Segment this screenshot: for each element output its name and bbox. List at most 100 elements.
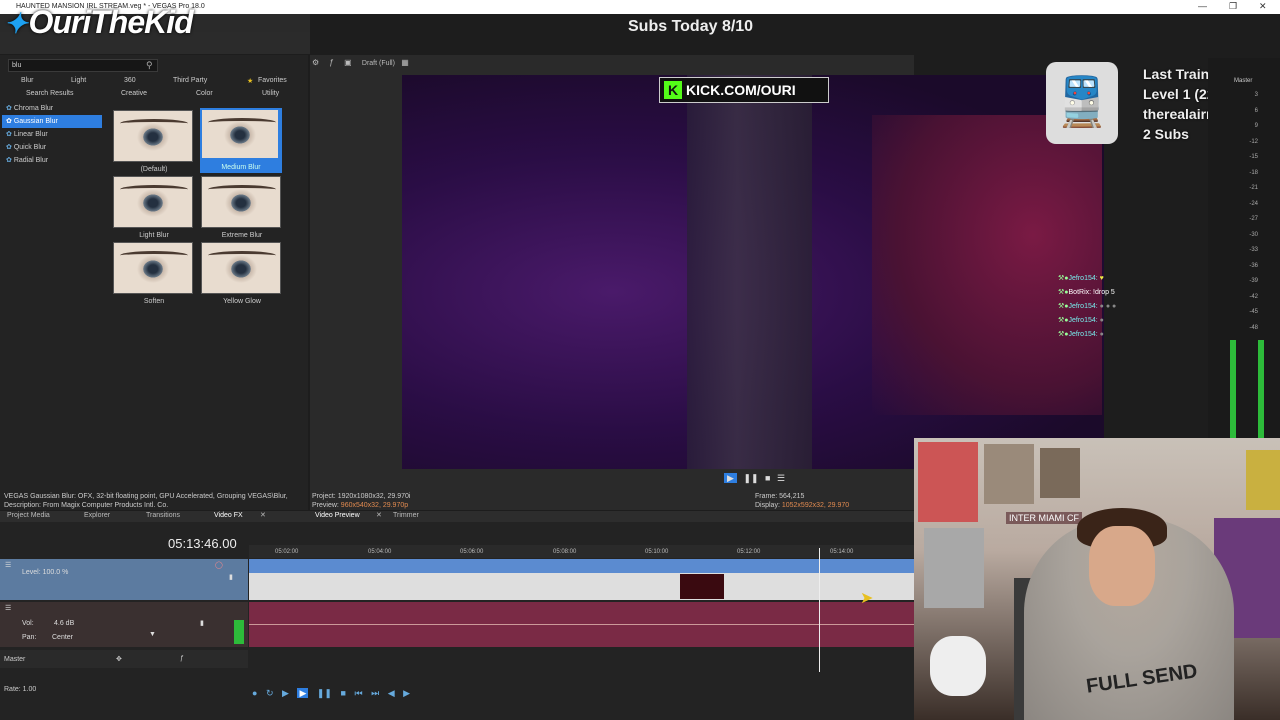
timecode-display: 05:13:46.00 — [168, 536, 237, 551]
meter-tick: 3 — [1254, 92, 1258, 98]
menu-icon[interactable]: ☰ — [777, 473, 785, 483]
preview-dock-tabs: Video Preview ✕ Trimmer — [310, 511, 914, 522]
fx-category-blur[interactable]: Blur — [21, 77, 33, 84]
audio-waveform — [249, 624, 914, 625]
fx-list-label: Linear Blur — [13, 131, 48, 138]
ruler-tick: 05:08:00 — [553, 549, 577, 555]
tab-transitions[interactable]: Transitions — [146, 512, 180, 519]
minimize-icon[interactable]: — — [1198, 1, 1207, 11]
fx-preset-light-blur[interactable]: Light Blur — [113, 176, 195, 239]
fx-search-input[interactable]: blu — [8, 59, 158, 72]
fx-category-third-party[interactable]: Third Party — [173, 77, 207, 84]
playhead[interactable] — [819, 548, 820, 672]
tab-project-media[interactable]: Project Media — [7, 512, 50, 519]
fx-preset-extreme-blur[interactable]: Extreme Blur — [201, 176, 283, 239]
preset-label: Extreme Blur — [221, 232, 263, 239]
close-icon[interactable]: ✕ — [376, 511, 382, 519]
fx-icon[interactable]: ƒ — [329, 58, 333, 67]
fx-preset-yellow-glow[interactable]: Yellow Glow — [201, 242, 283, 305]
train-level: Level 1 — [1143, 86, 1191, 102]
go-to-end-icon[interactable]: ⏭ — [371, 688, 379, 698]
tab-video-fx[interactable]: Video FX — [214, 512, 243, 519]
preset-thumbnail — [113, 176, 193, 228]
close-icon[interactable]: ✕ — [260, 511, 266, 519]
pause-icon[interactable]: ❚❚ — [317, 688, 332, 698]
mute-icon[interactable]: ◯ — [215, 561, 223, 569]
tab-trimmer[interactable]: Trimmer — [393, 512, 419, 519]
pause-icon[interactable]: ❚❚ — [743, 473, 758, 483]
audio-track-header[interactable]: ☰ Vol: 4.6 dB Pan: Center ▮ ▼ — [0, 602, 248, 647]
fx-list-item[interactable]: ✿ Quick Blur — [2, 141, 102, 154]
stop-icon[interactable]: ■ — [341, 688, 346, 698]
volume-slider-handle[interactable]: ▮ — [200, 619, 204, 627]
tab-video-preview[interactable]: Video Preview — [315, 512, 360, 519]
fx-category-360[interactable]: 360 — [124, 77, 136, 84]
track-menu-icon[interactable]: ☰ — [5, 604, 11, 612]
video-clip[interactable] — [249, 559, 914, 600]
project-label: Project: — [312, 493, 336, 500]
fx-icon[interactable]: ƒ — [180, 655, 184, 662]
pan-slider-handle[interactable]: ▼ — [149, 631, 156, 638]
record-icon[interactable]: ● — [252, 688, 257, 698]
fx-plugin-icon: ✿ — [6, 157, 12, 164]
gear-icon[interactable]: ⚙ — [312, 58, 319, 67]
level-slider-handle[interactable]: ▮ — [229, 573, 233, 581]
fx-plugin-icon: ✿ — [6, 105, 12, 112]
timeline-transport: ● ↻ ▶ ▶ ❚❚ ■ ⏮ ⏭ ◀ ▶ — [252, 688, 410, 699]
fx-preset-default[interactable]: (Default) — [113, 110, 195, 173]
poster-text: INTER MIAMI CF — [1006, 512, 1082, 524]
vol-value: 4.6 dB — [54, 620, 75, 627]
tab-explorer[interactable]: Explorer — [84, 512, 110, 519]
play-from-start-icon[interactable]: ▶ — [282, 688, 289, 698]
maximize-icon[interactable]: ❐ — [1229, 1, 1237, 12]
fx-preset-medium-blur[interactable]: Medium Blur — [200, 108, 282, 173]
fx-list-item[interactable]: ✿ Chroma Blur — [2, 102, 102, 115]
fx-list-item[interactable]: ✿ Radial Blur — [2, 154, 102, 167]
play-icon[interactable]: ▶ — [724, 473, 737, 483]
stop-icon[interactable]: ■ — [765, 473, 770, 483]
fx-tab-color[interactable]: Color — [196, 90, 213, 97]
master-move-icon[interactable]: ✥ — [116, 655, 122, 663]
kick-url: KICK.COM/OURI — [686, 82, 796, 98]
master-bus-meter: Master 3 6 9 -12 -15 -18 -21 -24 -27 -30 -33 -36 -39… — [1208, 58, 1280, 496]
chat-user: Jefro154: — [1068, 331, 1098, 338]
prev-frame-icon[interactable]: ◀ — [388, 688, 395, 698]
fx-list: ✿ Chroma Blur ✿ Gaussian Blur ✿ Linear B… — [2, 102, 102, 167]
badge-icon: ⚒● — [1058, 275, 1069, 282]
fx-preset-soften[interactable]: Soften — [113, 242, 195, 305]
subs-today-overlay: Subs Today 8/10 — [628, 18, 754, 35]
streamer-face — [1089, 526, 1155, 606]
fx-list-item[interactable]: ✿ Gaussian Blur — [2, 115, 102, 128]
go-to-start-icon[interactable]: ⏮ — [354, 688, 362, 698]
fx-tab-creative[interactable]: Creative — [121, 90, 147, 97]
fx-tab-search-results[interactable]: Search Results — [26, 90, 73, 97]
ruler-tick: 05:02:00 — [275, 549, 299, 555]
preset-label: Medium Blur — [221, 164, 261, 171]
fx-list-item[interactable]: ✿ Linear Blur — [2, 128, 102, 141]
video-track-header[interactable]: Level: 100.0 % ☰ ◯ ▮ — [0, 559, 248, 600]
track-menu-icon[interactable]: ☰ — [5, 561, 11, 569]
meter-tick: -45 — [1249, 309, 1258, 315]
play-icon[interactable]: ▶ — [297, 688, 309, 698]
loop-icon[interactable]: ↻ — [266, 688, 274, 698]
fx-category-light[interactable]: Light — [71, 77, 86, 84]
split-icon[interactable]: ▣ — [344, 58, 352, 67]
chat-message: ⚒●Jefro154: ● — [1058, 328, 1116, 342]
timeline-ruler[interactable]: 05:02:00 05:04:00 05:06:00 05:08:00 05:1… — [249, 545, 914, 558]
next-frame-icon[interactable]: ▶ — [403, 688, 410, 698]
meter-tick: -36 — [1249, 262, 1258, 269]
ruler-tick: 05:14:00 — [830, 549, 854, 555]
chat-text: !drop 5 — [1093, 289, 1115, 296]
fx-category-favorites[interactable]: Favorites — [258, 77, 287, 84]
quality-dropdown[interactable]: Draft (Full) — [362, 60, 395, 67]
fx-tab-utility[interactable]: Utility — [262, 90, 279, 97]
search-icon[interactable]: ⚲ — [146, 60, 153, 71]
close-icon[interactable]: ✕ — [1259, 1, 1267, 12]
meter-tick: 9 — [1254, 123, 1258, 129]
meter-scale: 3 6 9 -12 -15 -18 -21 -24 -27 -30 -33 -36 -39 -42 -45 -… — [1238, 88, 1258, 336]
audio-clip[interactable] — [249, 602, 914, 647]
meter-tick: -21 — [1249, 185, 1258, 191]
meter-tick: -18 — [1249, 169, 1258, 176]
meter-tick: -39 — [1249, 278, 1258, 284]
grid-icon[interactable]: ▦ — [401, 58, 409, 67]
